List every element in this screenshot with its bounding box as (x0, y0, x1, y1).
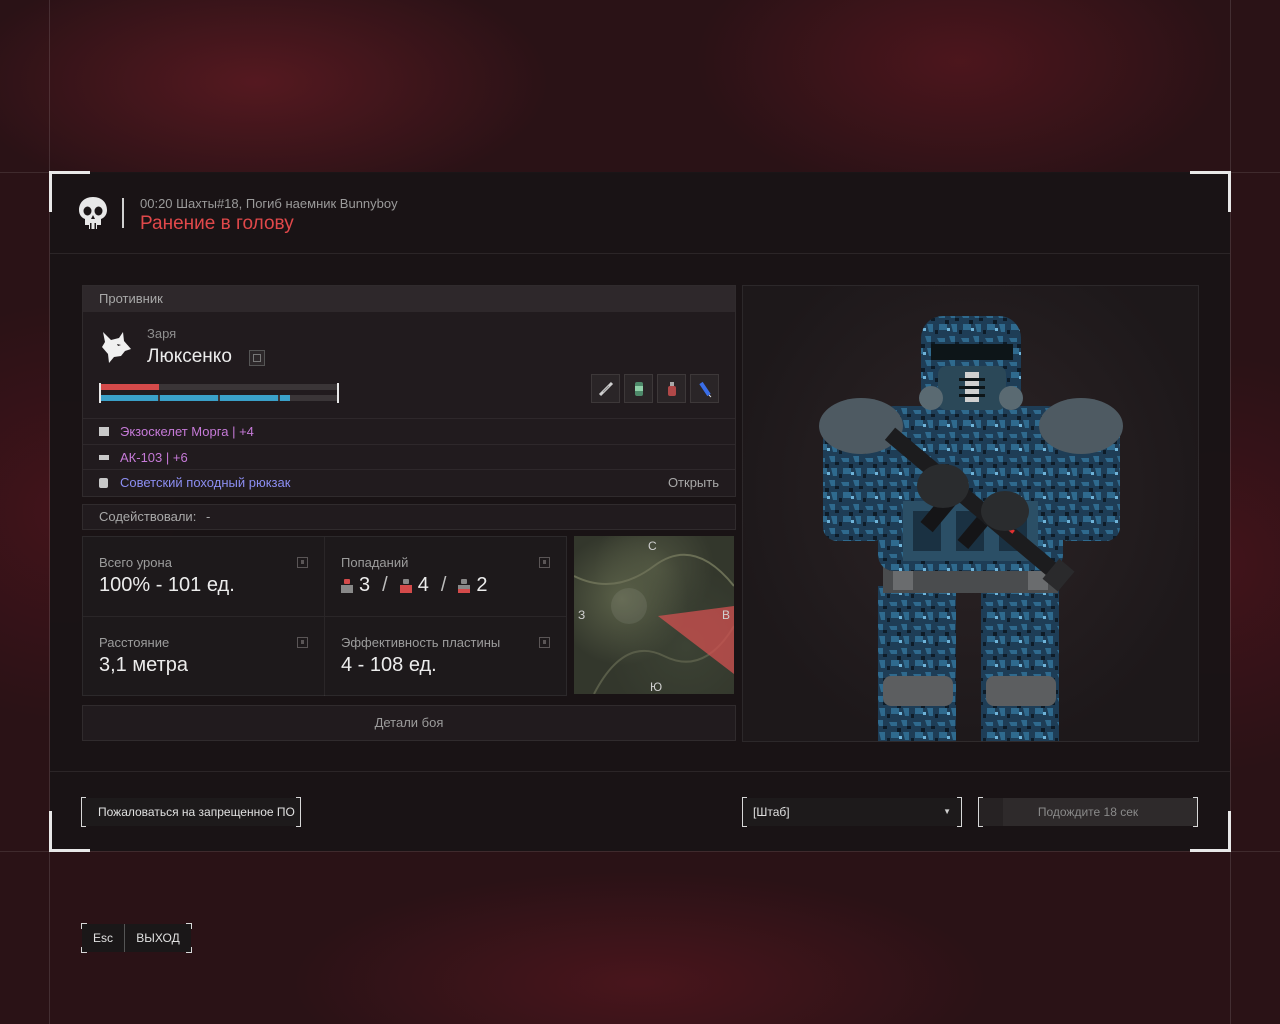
respawn-wait-label: Подождите 18 сек (1037, 805, 1139, 819)
backpack-icon (99, 478, 108, 488)
equipment-weapon-name: АК-103 (120, 450, 163, 465)
body-hit-icon (399, 578, 412, 593)
assist-row: Содействовали: - (82, 504, 736, 530)
kill-minimap: С З В Ю (574, 536, 734, 694)
report-cheater-button[interactable]: Пожаловаться на запрещенное ПО (81, 797, 301, 827)
minimap-terrain (574, 553, 734, 694)
respawn-location-value: [Штаб] (753, 805, 790, 819)
total-damage-cell: Всего урона 100% - 101 ед. (83, 537, 325, 617)
death-header: 00:20 Шахты#18, Погиб наемник Bunnyboy Р… (50, 172, 1230, 254)
hits-values: 3 / 4 / 2 (341, 574, 488, 597)
info-icon[interactable] (539, 557, 550, 568)
enemy-character-portrait (742, 285, 1199, 742)
plate-efficiency-cell: Эффективность пластины 4 - 108 ед. (325, 617, 566, 696)
bar-tick (99, 383, 101, 403)
combat-stats: Всего урона 100% - 101 ед. Попаданий 3 /… (82, 536, 567, 696)
syringe-icon (698, 381, 711, 397)
quick-slots (591, 374, 719, 403)
assist-value: - (205, 509, 211, 524)
total-damage-label: Всего урона (99, 555, 172, 570)
hits-label: Попаданий (341, 555, 409, 570)
respawn-wait-button[interactable]: Подождите 18 сек (978, 797, 1198, 827)
armor-icon (99, 427, 109, 436)
wolf-faction-icon (102, 332, 131, 363)
total-damage-value: 100% - 101 ед. (99, 574, 235, 596)
enemy-nickname: Люксенко (147, 346, 232, 367)
info-icon[interactable] (297, 637, 308, 648)
compass-east: В (722, 608, 731, 622)
armor-bar-segment (160, 395, 218, 401)
enemy-clan: Заря (147, 326, 177, 341)
body-hits: 4 (417, 574, 429, 596)
head-hits: 3 (359, 574, 371, 596)
hits-cell: Попаданий 3 / 4 / 2 (325, 537, 566, 617)
respawn-location-select[interactable]: [Штаб] ▼ (742, 797, 962, 827)
enemy-section-title: Противник (83, 286, 735, 312)
rifle-icon (99, 455, 109, 460)
info-icon[interactable] (297, 557, 308, 568)
distance-cell: Расстояние 3,1 метра (83, 617, 325, 696)
equipment-separator: | (165, 450, 170, 465)
exit-label: ВЫХОД (136, 931, 180, 945)
respawn-progress-fill (979, 798, 1003, 826)
distance-value: 3,1 метра (99, 654, 188, 676)
header-divider (122, 198, 124, 228)
equipment-armor: Экзоскелет Морга | +4 (120, 419, 254, 444)
compass-north: С (648, 539, 657, 553)
armor-bar-segment (280, 395, 290, 401)
equipment-weapon: АК-103 | +6 (120, 445, 188, 470)
battle-details-button[interactable]: Детали боя (82, 705, 736, 741)
skull-icon (79, 197, 107, 229)
quick-slot[interactable] (657, 374, 686, 403)
legs-hit-icon (458, 578, 471, 593)
frame-corner (81, 947, 87, 953)
armor-bar-segment (101, 395, 158, 401)
frame-corner (186, 923, 192, 929)
equipment-weapon-upgrade: +6 (172, 450, 188, 465)
health-bar-fill (99, 384, 159, 390)
legs-hits: 2 (476, 574, 488, 596)
frame-corner (186, 947, 192, 953)
bandage-icon (598, 381, 613, 396)
can-icon (634, 381, 643, 396)
plate-efficiency-value: 4 - 108 ед. (341, 654, 437, 676)
plate-efficiency-label: Эффективность пластины (341, 635, 501, 650)
equipment-separator: | (232, 424, 236, 439)
chevron-down-icon: ▼ (943, 807, 951, 816)
quick-slot[interactable] (624, 374, 653, 403)
quick-slot[interactable] (591, 374, 620, 403)
open-backpack-link[interactable]: Открыть (668, 470, 719, 495)
bg-frame-line (0, 851, 1280, 852)
compass-west: З (578, 608, 586, 622)
soldier-model (819, 316, 1123, 741)
head-hit-icon (341, 578, 353, 593)
bottle-icon (667, 381, 676, 396)
frame-corner (81, 923, 87, 929)
compass-south: Ю (650, 680, 663, 694)
bg-frame-line (1230, 0, 1231, 1024)
exit-hotkey: Esc (82, 924, 125, 952)
equipment-armor-row[interactable]: Экзоскелет Морга | +4 (83, 418, 735, 444)
distance-label: Расстояние (99, 635, 170, 650)
info-icon[interactable] (539, 637, 550, 648)
equipment-weapon-row[interactable]: АК-103 | +6 (83, 444, 735, 470)
enemy-status-bars (99, 383, 339, 404)
copy-icon[interactable] (249, 350, 265, 366)
hits-separator: / (382, 574, 388, 596)
hits-separator: / (440, 574, 447, 596)
bar-tick (337, 383, 339, 403)
quick-slot[interactable] (690, 374, 719, 403)
enemy-panel: Противник Заря Люксенко Экзоскелет Морга… (82, 285, 736, 497)
exit-button[interactable]: Esc ВЫХОД (81, 923, 192, 953)
assist-label: Содействовали: (99, 509, 197, 524)
event-line: 00:20 Шахты#18, Погиб наемник Bunnyboy (140, 196, 398, 211)
equipment-armor-upgrade: +4 (239, 424, 254, 439)
equipment-backpack-row[interactable]: Советский походный рюкзак Открыть (83, 469, 735, 495)
equipment-armor-name: Экзоскелет Морга (120, 424, 229, 439)
equipment-backpack-name: Советский походный рюкзак (120, 475, 291, 490)
death-cause: Ранение в голову (140, 213, 294, 234)
armor-bar-segment (220, 395, 278, 401)
